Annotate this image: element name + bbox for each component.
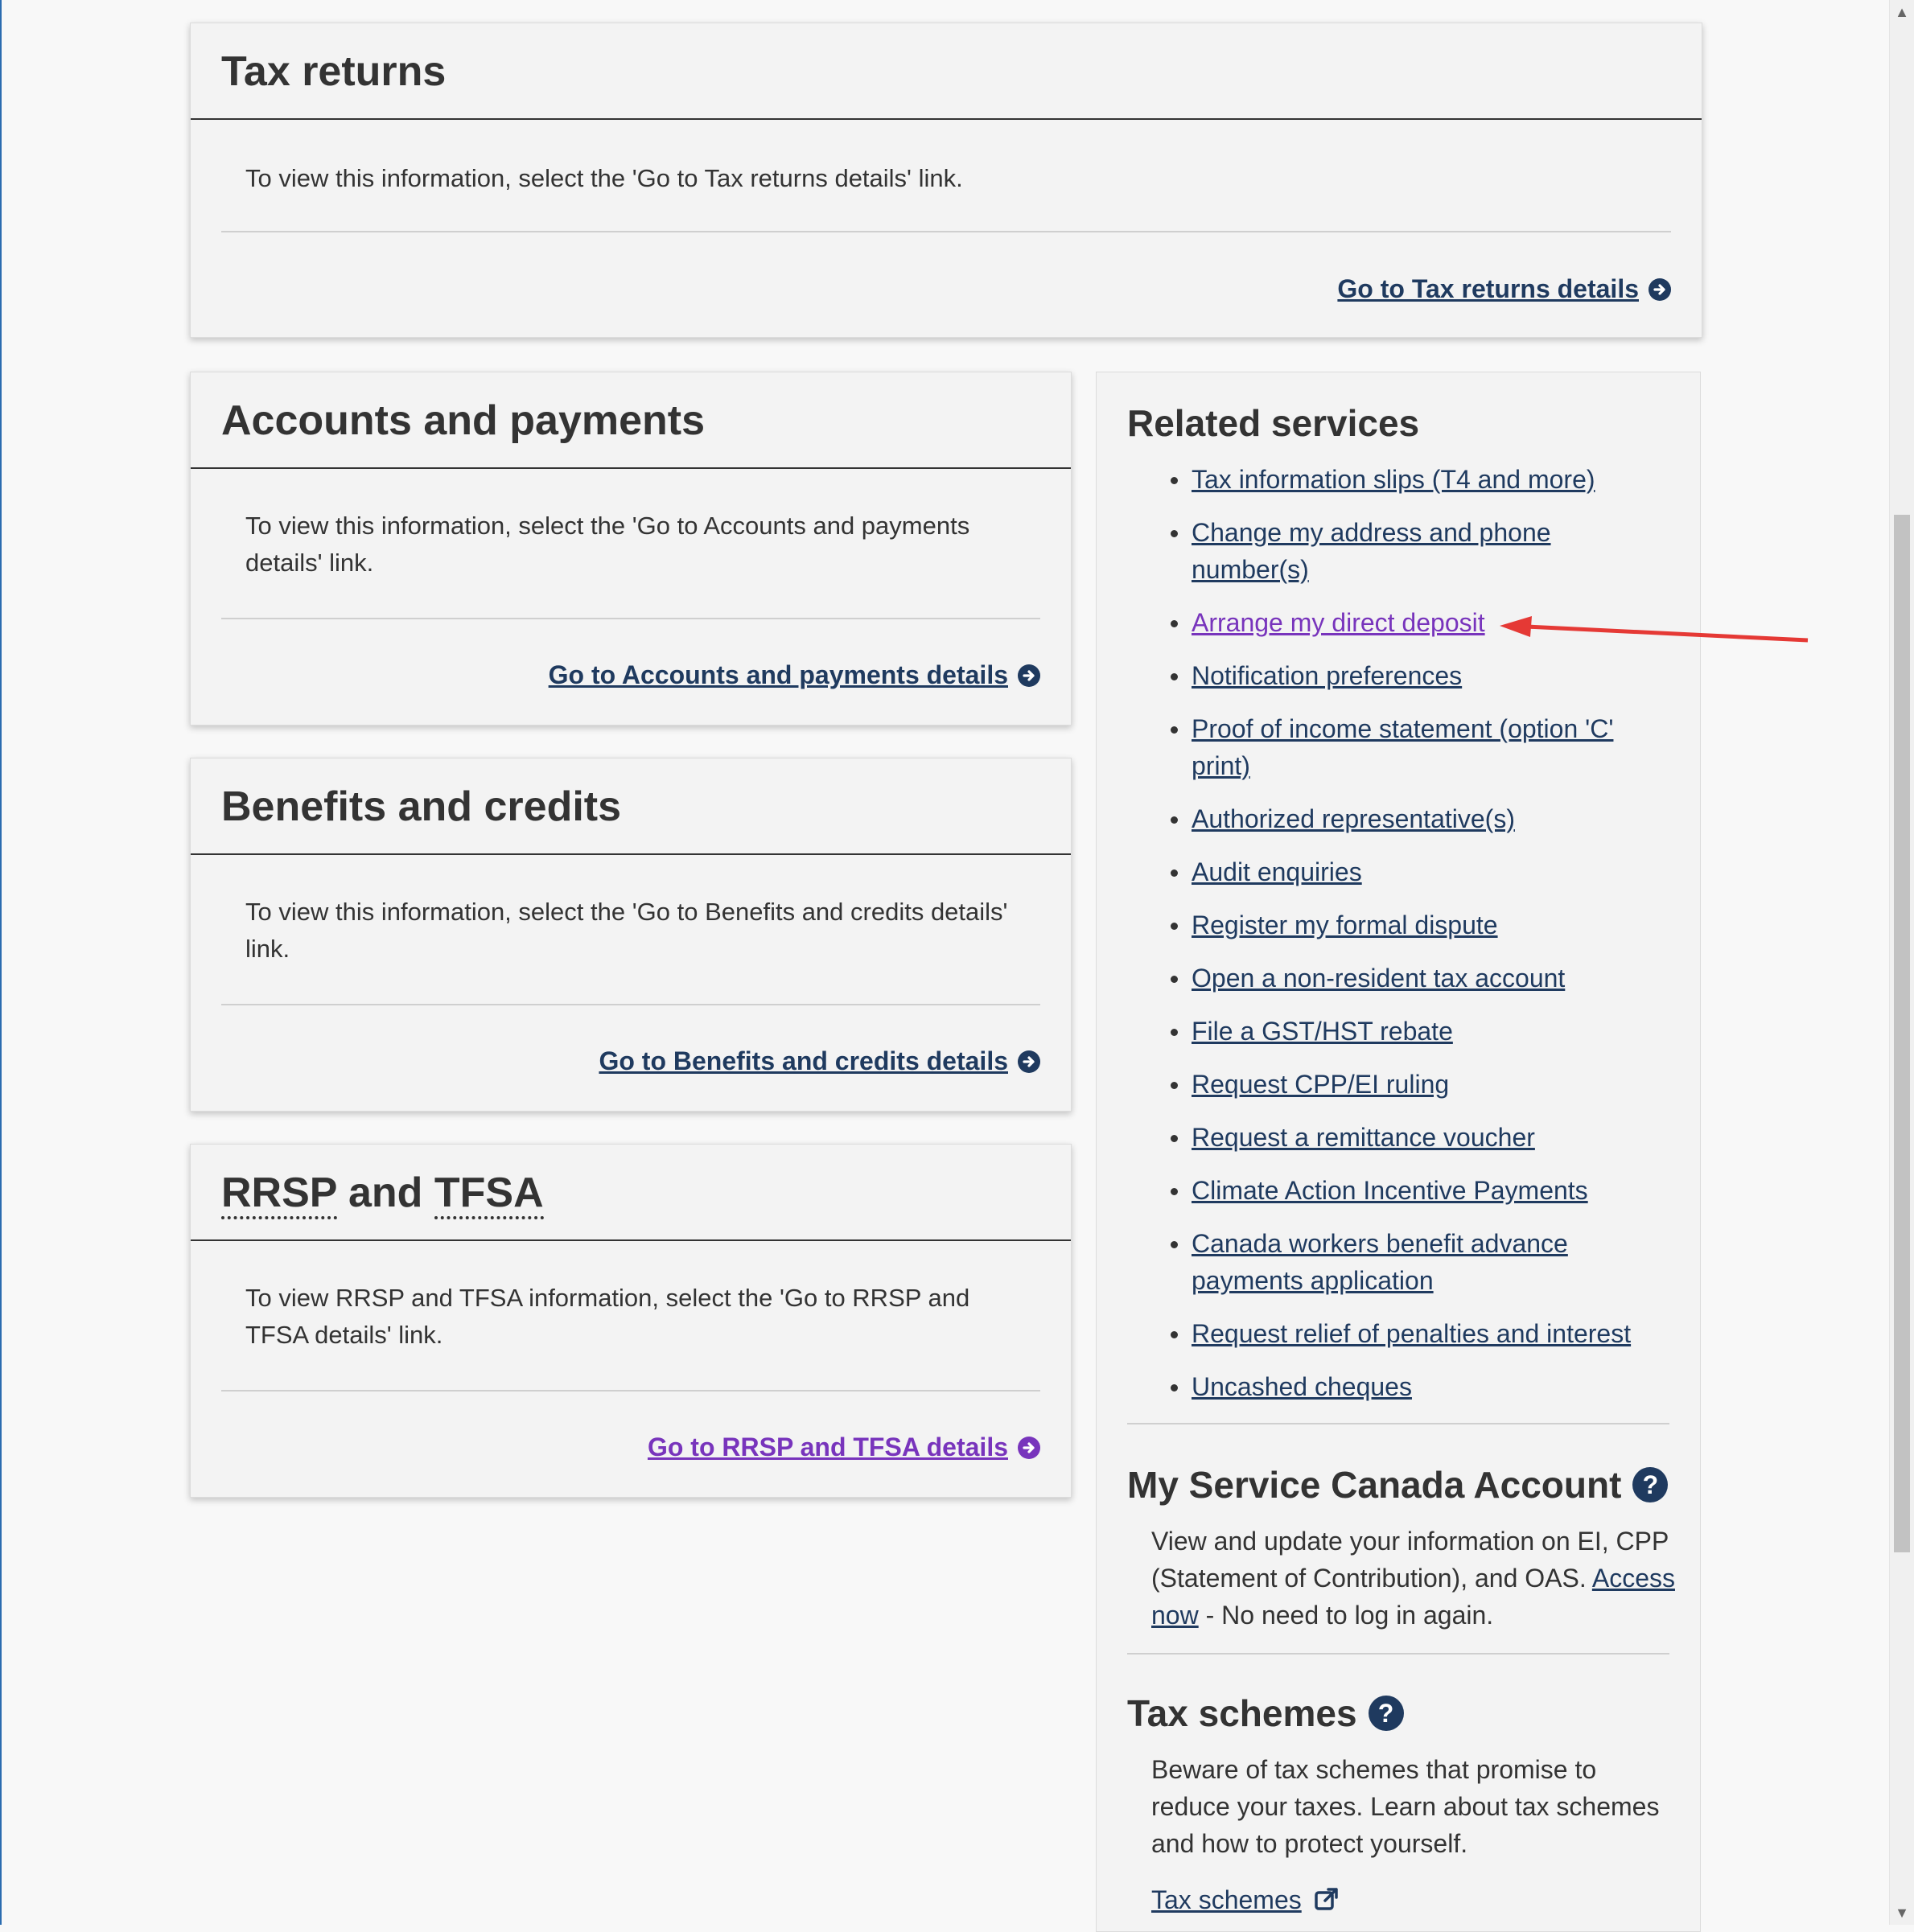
- question-circle-icon[interactable]: ?: [1368, 1696, 1404, 1731]
- divider: [221, 1004, 1040, 1005]
- climate-action-incentive-link[interactable]: Climate Action Incentive Payments: [1192, 1176, 1588, 1205]
- service-canada-text: View and update your information on EI, …: [1151, 1523, 1676, 1634]
- title-conjunction: and: [348, 1169, 423, 1216]
- rrsp-tfsa-header: RRSP and TFSA: [191, 1145, 1071, 1241]
- link-label: Go to Tax returns details: [1337, 274, 1639, 303]
- related-services-list: Tax information slips (T4 and more) Chan…: [1127, 461, 1668, 1421]
- divider: [221, 1390, 1040, 1391]
- list-item: Change my address and phone number(s): [1127, 514, 1668, 588]
- go-to-rrsp-tfsa-link[interactable]: Go to RRSP and TFSA details: [648, 1433, 1040, 1462]
- notification-preferences-link[interactable]: Notification preferences: [1192, 661, 1462, 690]
- external-link-icon: [1314, 1888, 1338, 1910]
- authorized-representatives-link[interactable]: Authorized representative(s): [1192, 804, 1515, 833]
- accounts-payments-card: Accounts and payments To view this infor…: [190, 372, 1072, 726]
- vertical-scrollbar[interactable]: ▲ ▼: [1889, 0, 1914, 1925]
- related-services-panel: Related services Tax information slips (…: [1096, 372, 1701, 1932]
- rrsp-tfsa-text: To view RRSP and TFSA information, selec…: [245, 1284, 970, 1349]
- tax-schemes-heading: Tax schemes ?: [1127, 1692, 1404, 1735]
- open-non-resident-account-link[interactable]: Open a non-resident tax account: [1192, 964, 1565, 993]
- question-circle-icon[interactable]: ?: [1632, 1467, 1669, 1502]
- canada-workers-benefit-link[interactable]: Canada workers benefit advance payments …: [1192, 1229, 1568, 1295]
- file-gst-hst-rebate-link[interactable]: File a GST/HST rebate: [1192, 1017, 1453, 1046]
- scrollbar-thumb[interactable]: [1894, 515, 1910, 1552]
- tax-returns-text: To view this information, select the 'Go…: [245, 164, 963, 192]
- divider: [221, 618, 1040, 619]
- list-item: Proof of income statement (option 'C' pr…: [1127, 710, 1668, 784]
- link-label: Go to RRSP and TFSA details: [647, 1433, 1008, 1461]
- arrow-circle-right-icon: [1018, 664, 1040, 687]
- scroll-down-icon[interactable]: ▼: [1890, 1901, 1914, 1925]
- scroll-up-icon[interactable]: ▲: [1890, 0, 1914, 24]
- rrsp-tfsa-title: RRSP and TFSA: [221, 1169, 544, 1219]
- list-item: Climate Action Incentive Payments: [1127, 1172, 1668, 1209]
- benefits-credits-card: Benefits and credits To view this inform…: [190, 758, 1072, 1112]
- service-canada-description: View and update your information on EI, …: [1151, 1527, 1669, 1593]
- tax-schemes-link-row: Tax schemes: [1151, 1881, 1676, 1918]
- uncashed-cheques-link[interactable]: Uncashed cheques: [1192, 1372, 1412, 1401]
- list-item: Open a non-resident tax account: [1127, 960, 1668, 997]
- rrsp-tfsa-card: RRSP and TFSA To view RRSP and TFSA info…: [190, 1144, 1072, 1498]
- service-canada-heading: My Service Canada Account ?: [1127, 1463, 1669, 1507]
- tax-returns-title: Tax returns: [221, 48, 447, 95]
- request-relief-penalties-link[interactable]: Request relief of penalties and interest: [1192, 1319, 1631, 1348]
- go-to-accounts-payments-link[interactable]: Go to Accounts and payments details: [549, 660, 1040, 690]
- divider: [1127, 1653, 1669, 1655]
- register-formal-dispute-link[interactable]: Register my formal dispute: [1192, 911, 1498, 939]
- benefits-credits-header: Benefits and credits: [191, 758, 1071, 855]
- list-item: Audit enquiries: [1127, 853, 1668, 890]
- tax-schemes-text: Beware of tax schemes that promise to re…: [1151, 1755, 1660, 1858]
- list-item: Canada workers benefit advance payments …: [1127, 1225, 1668, 1299]
- list-item: Request a remittance voucher: [1127, 1119, 1668, 1156]
- list-item: Authorized representative(s): [1127, 800, 1668, 837]
- benefits-credits-title: Benefits and credits: [221, 783, 622, 830]
- rrsp-abbreviation: RRSP: [221, 1169, 337, 1219]
- list-item: Request CPP/EI ruling: [1127, 1066, 1668, 1103]
- tax-schemes-link[interactable]: Tax schemes: [1151, 1885, 1302, 1914]
- benefits-credits-text: To view this information, select the 'Go…: [245, 898, 1008, 963]
- divider: [1127, 1423, 1669, 1424]
- tax-schemes-title: Tax schemes: [1127, 1692, 1357, 1734]
- link-label: Go to Benefits and credits details: [599, 1046, 1008, 1075]
- tax-returns-card: Tax returns To view this information, se…: [190, 23, 1702, 338]
- list-item: Register my formal dispute: [1127, 906, 1668, 943]
- list-item: File a GST/HST rebate: [1127, 1013, 1668, 1050]
- audit-enquiries-link[interactable]: Audit enquiries: [1192, 857, 1362, 886]
- arrow-circle-right-icon: [1649, 277, 1671, 301]
- arrange-direct-deposit-link[interactable]: Arrange my direct deposit: [1192, 608, 1485, 637]
- related-services-title: Related services: [1127, 402, 1420, 444]
- no-login-note: - No need to log in again.: [1198, 1601, 1494, 1630]
- tfsa-abbreviation: TFSA: [434, 1169, 544, 1219]
- arrow-circle-right-icon: [1018, 1050, 1040, 1073]
- list-item: Tax information slips (T4 and more): [1127, 461, 1668, 498]
- list-item: Notification preferences: [1127, 657, 1668, 694]
- proof-of-income-link[interactable]: Proof of income statement (option 'C' pr…: [1192, 714, 1613, 780]
- request-cpp-ei-ruling-link[interactable]: Request CPP/EI ruling: [1192, 1070, 1449, 1099]
- list-item: Arrange my direct deposit: [1127, 604, 1668, 641]
- accounts-payments-title: Accounts and payments: [221, 397, 706, 444]
- go-to-tax-returns-link[interactable]: Go to Tax returns details: [1337, 274, 1671, 304]
- service-canada-title: My Service Canada Account: [1127, 1464, 1622, 1506]
- arrow-circle-right-icon: [1018, 1436, 1040, 1459]
- tax-information-slips-link[interactable]: Tax information slips (T4 and more): [1192, 465, 1595, 494]
- accounts-payments-text: To view this information, select the 'Go…: [245, 512, 970, 577]
- change-address-phone-link[interactable]: Change my address and phone number(s): [1192, 518, 1551, 584]
- list-item: Uncashed cheques: [1127, 1368, 1668, 1405]
- link-label: Go to Accounts and payments details: [548, 660, 1008, 689]
- tax-returns-header: Tax returns: [191, 23, 1702, 120]
- list-item: Request relief of penalties and interest: [1127, 1315, 1668, 1352]
- go-to-benefits-credits-link[interactable]: Go to Benefits and credits details: [599, 1046, 1040, 1076]
- divider: [221, 231, 1671, 232]
- request-remittance-voucher-link[interactable]: Request a remittance voucher: [1192, 1123, 1535, 1152]
- accounts-payments-header: Accounts and payments: [191, 372, 1071, 469]
